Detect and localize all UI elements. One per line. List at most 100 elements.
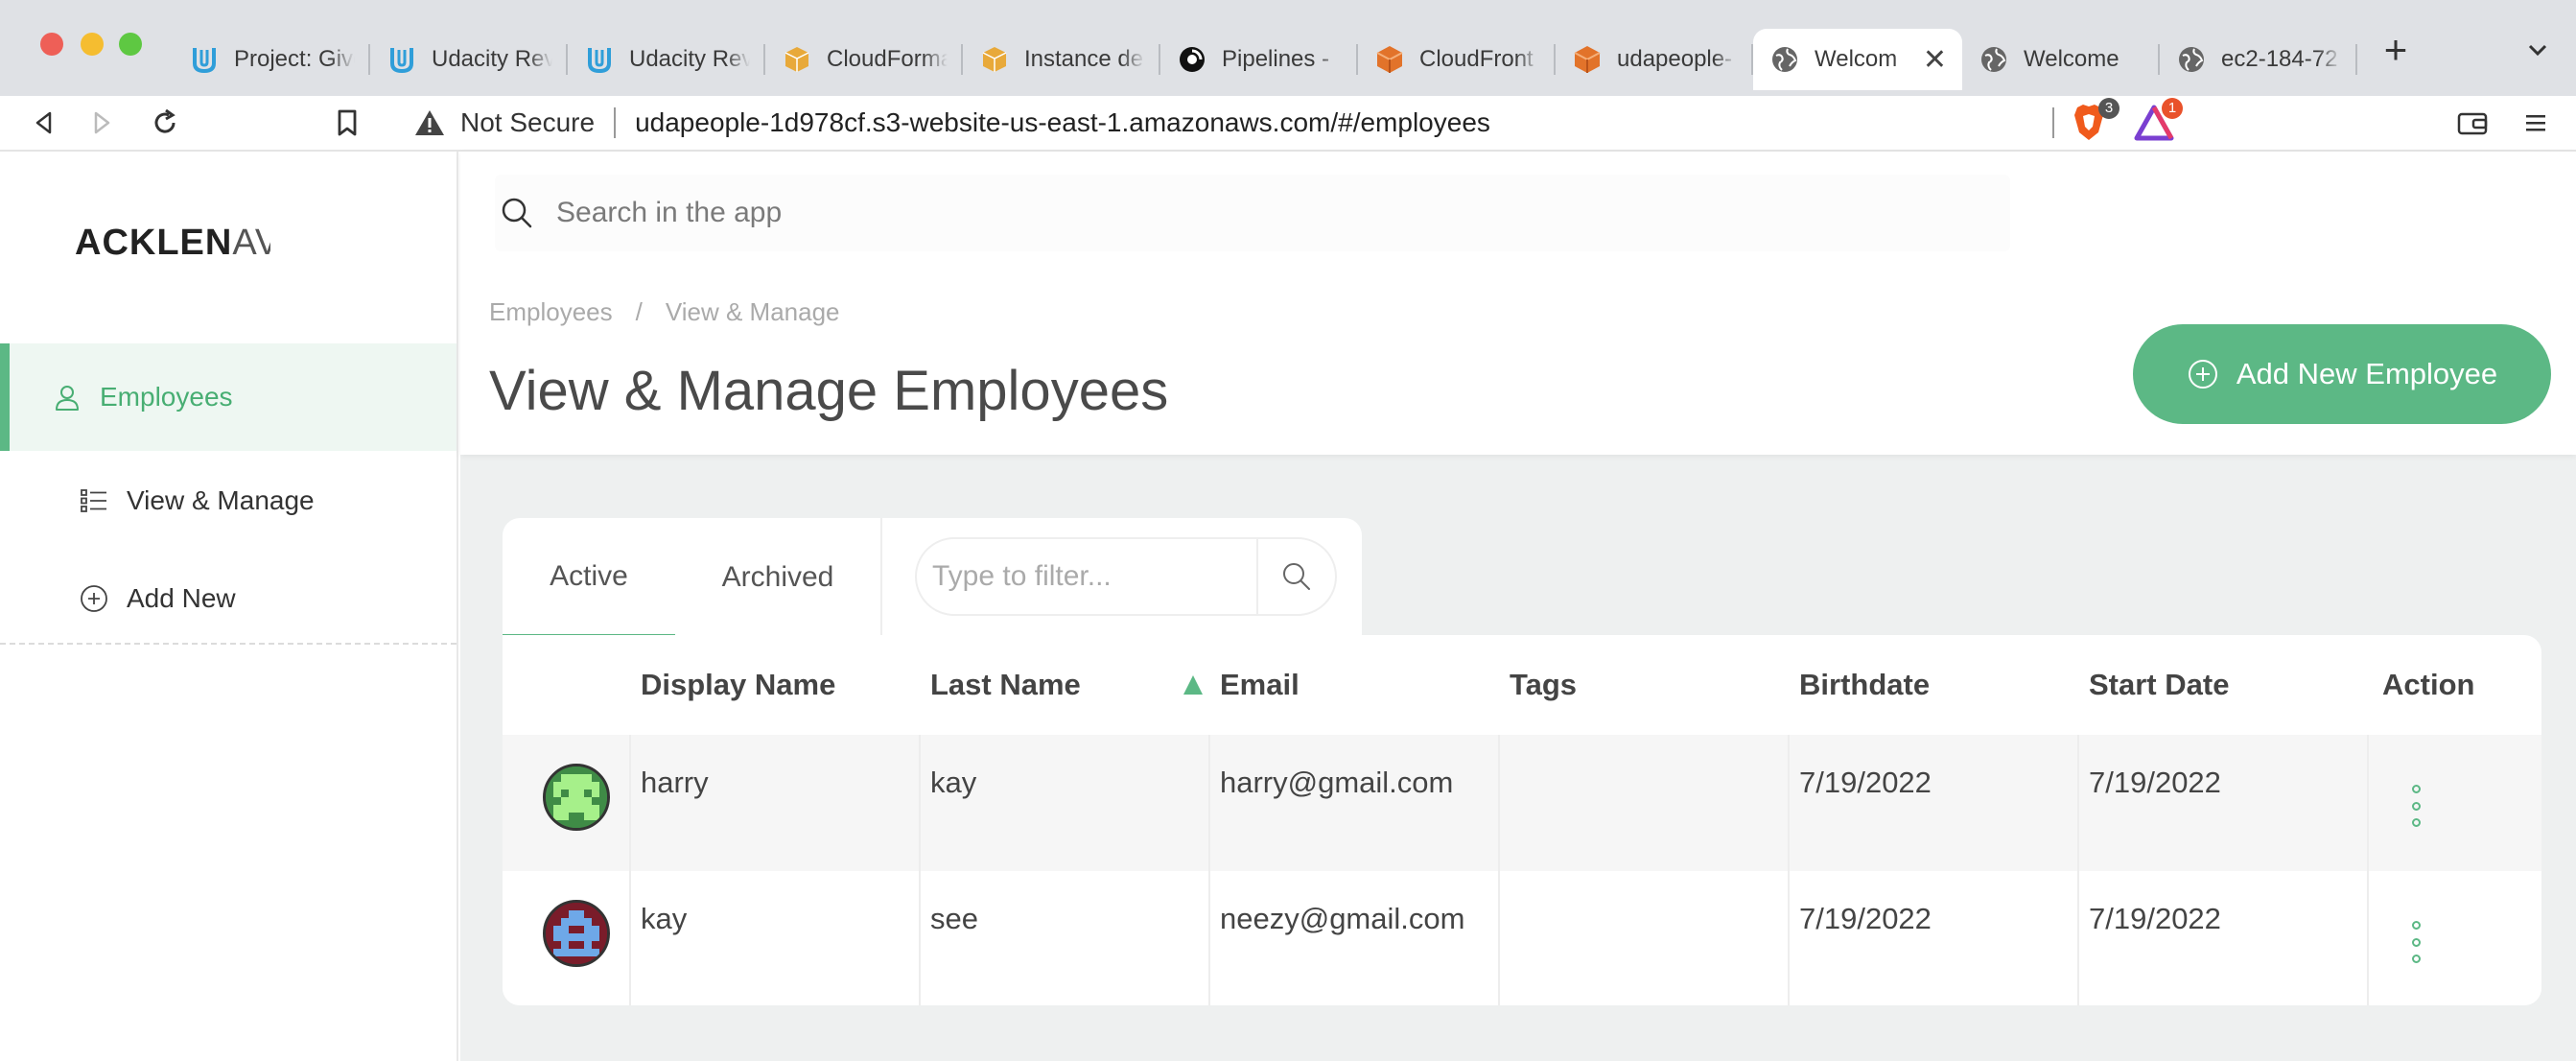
column-header-start-date[interactable]: Start Date [2089, 668, 2229, 702]
column-divider [629, 735, 631, 871]
add-new-employee-label: Add New Employee [2236, 357, 2498, 390]
sort-ascending-icon[interactable] [1183, 675, 1203, 695]
filter-box[interactable]: Type to filter... [915, 537, 1337, 616]
row-actions-menu-icon[interactable] [2409, 921, 2423, 963]
udacity-icon [386, 43, 418, 76]
udacity-icon [188, 43, 221, 76]
new-tab-button[interactable]: + [2375, 29, 2417, 71]
column-header-email[interactable]: Email [1220, 668, 1300, 702]
table-header: Display Name Last Name Email Tags Birthd… [503, 635, 2541, 735]
sidebar: ACKLENAV Employees View & Manage Add New [0, 152, 458, 1061]
column-header-display-name[interactable]: Display Name [641, 668, 835, 702]
address-bar-divider [2052, 107, 2054, 138]
browser-tabs: Project: Give Udacity Rev Udacity Rev Cl… [173, 21, 2357, 96]
sidebar-item-label: Add New [127, 583, 236, 613]
logo: ACKLENAV [75, 223, 270, 263]
security-label[interactable]: Not Secure [460, 107, 595, 138]
browser-tab[interactable]: CloudFront [1358, 29, 1556, 90]
table-row[interactable]: harry kay harry@gmail.com 7/19/2022 7/19… [503, 735, 2541, 871]
browser-tab[interactable]: Pipelines - [1160, 29, 1358, 90]
globe-icon [1978, 43, 2010, 76]
aws-box-icon [978, 43, 1011, 76]
close-tab-icon[interactable]: ✕ [1923, 43, 1947, 77]
warning-icon [415, 110, 444, 135]
shields-count-badge: 3 [2098, 98, 2119, 119]
column-divider [1788, 871, 1790, 1005]
plus-circle-icon [77, 581, 111, 616]
avatar [543, 900, 610, 967]
browser-tab[interactable]: Udacity Rev [568, 29, 765, 90]
sidebar-item-view-manage[interactable]: View & Manage [0, 447, 457, 554]
globe-icon [2175, 43, 2208, 76]
row-actions-menu-icon[interactable] [2409, 785, 2423, 827]
app-search[interactable]: Search in the app [495, 175, 2010, 251]
url-text[interactable]: udapeople-1d978cf.s3-website-us-east-1.a… [635, 107, 1490, 138]
cell-birthdate: 7/19/2022 [1799, 766, 1932, 799]
globe-icon [1768, 43, 1801, 76]
zoom-window-button[interactable] [119, 33, 142, 56]
employee-status-tabs: Active Archived Type to filter... [503, 518, 1362, 637]
minimize-window-button[interactable] [81, 33, 104, 56]
cell-start-date: 7/19/2022 [2089, 766, 2221, 799]
column-header-tags[interactable]: Tags [1510, 668, 1577, 702]
close-window-button[interactable] [40, 33, 63, 56]
reload-icon[interactable] [144, 102, 186, 144]
browser-tab[interactable]: CloudForma [765, 29, 963, 90]
column-header-action: Action [2382, 668, 2475, 701]
breadcrumb: Employees / View & Manage [489, 297, 840, 327]
url-divider [614, 107, 617, 138]
browser-tab[interactable]: Project: Give [173, 29, 370, 90]
forward-button[interactable] [81, 102, 123, 144]
browser-tab[interactable]: Welcome [1962, 29, 2160, 90]
browser-tab[interactable]: Udacity Rev [370, 29, 568, 90]
add-new-employee-button[interactable]: Add New Employee [2133, 324, 2551, 424]
column-divider [1208, 735, 1210, 871]
breadcrumb-view-manage[interactable]: View & Manage [666, 297, 840, 327]
browser-tab[interactable]: ec2-184-72 [2160, 29, 2357, 90]
column-header-birthdate[interactable]: Birthdate [1799, 668, 1930, 702]
column-divider [1208, 871, 1210, 1005]
plus-circle-icon [2188, 360, 2217, 389]
aws-box-icon [781, 43, 813, 76]
search-icon[interactable] [1258, 559, 1335, 594]
back-button[interactable] [23, 102, 65, 144]
cell-last-name: see [930, 902, 978, 935]
breadcrumb-employees[interactable]: Employees [489, 297, 613, 327]
aws-cube-icon [1571, 43, 1604, 76]
browser-tab[interactable]: udapeople- [1556, 29, 1753, 90]
address-bar[interactable]: Not Secure udapeople-1d978cf.s3-website-… [393, 98, 2187, 148]
bookmark-icon[interactable] [326, 102, 368, 144]
column-divider [1788, 735, 1790, 871]
aws-cube-icon [1373, 43, 1406, 76]
table-row[interactable]: kay see neezy@gmail.com 7/19/2022 7/19/2… [503, 871, 2541, 1005]
sidebar-item-label: Employees [100, 382, 233, 412]
list-icon [77, 483, 111, 518]
cell-display-name: kay [641, 902, 688, 935]
browser-tab-active[interactable]: Welcom ✕ [1753, 29, 1962, 90]
tab-list-chevron-icon[interactable] [2518, 31, 2557, 69]
tab-archived[interactable]: Archived [675, 518, 880, 637]
tab-divider [880, 518, 882, 637]
wallet-icon[interactable] [2451, 102, 2494, 144]
cell-birthdate: 7/19/2022 [1799, 902, 1932, 935]
brave-shields-icon[interactable]: 3 [2070, 98, 2119, 144]
column-divider [2367, 735, 2369, 871]
column-divider [2077, 735, 2079, 871]
column-divider [629, 871, 631, 1005]
column-header-last-name[interactable]: Last Name [930, 668, 1081, 702]
brave-rewards-icon[interactable]: 1 [2133, 98, 2183, 144]
circleci-icon [1176, 43, 1208, 76]
sidebar-item-add-new[interactable]: Add New [0, 545, 457, 652]
browser-tab-bar: Project: Give Udacity Rev Udacity Rev Cl… [0, 0, 2576, 96]
avatar [543, 764, 610, 831]
menu-icon[interactable] [2515, 102, 2557, 144]
browser-tab[interactable]: Instance de [963, 29, 1160, 90]
tab-active[interactable]: Active [503, 518, 675, 637]
filter-input[interactable]: Type to filter... [932, 560, 1256, 593]
search-icon [502, 198, 532, 228]
cell-email: harry@gmail.com [1220, 766, 1454, 799]
sidebar-item-employees[interactable]: Employees [0, 343, 457, 451]
udacity-icon [583, 43, 616, 76]
sidebar-item-label: View & Manage [127, 485, 315, 515]
search-input[interactable]: Search in the app [556, 197, 782, 229]
